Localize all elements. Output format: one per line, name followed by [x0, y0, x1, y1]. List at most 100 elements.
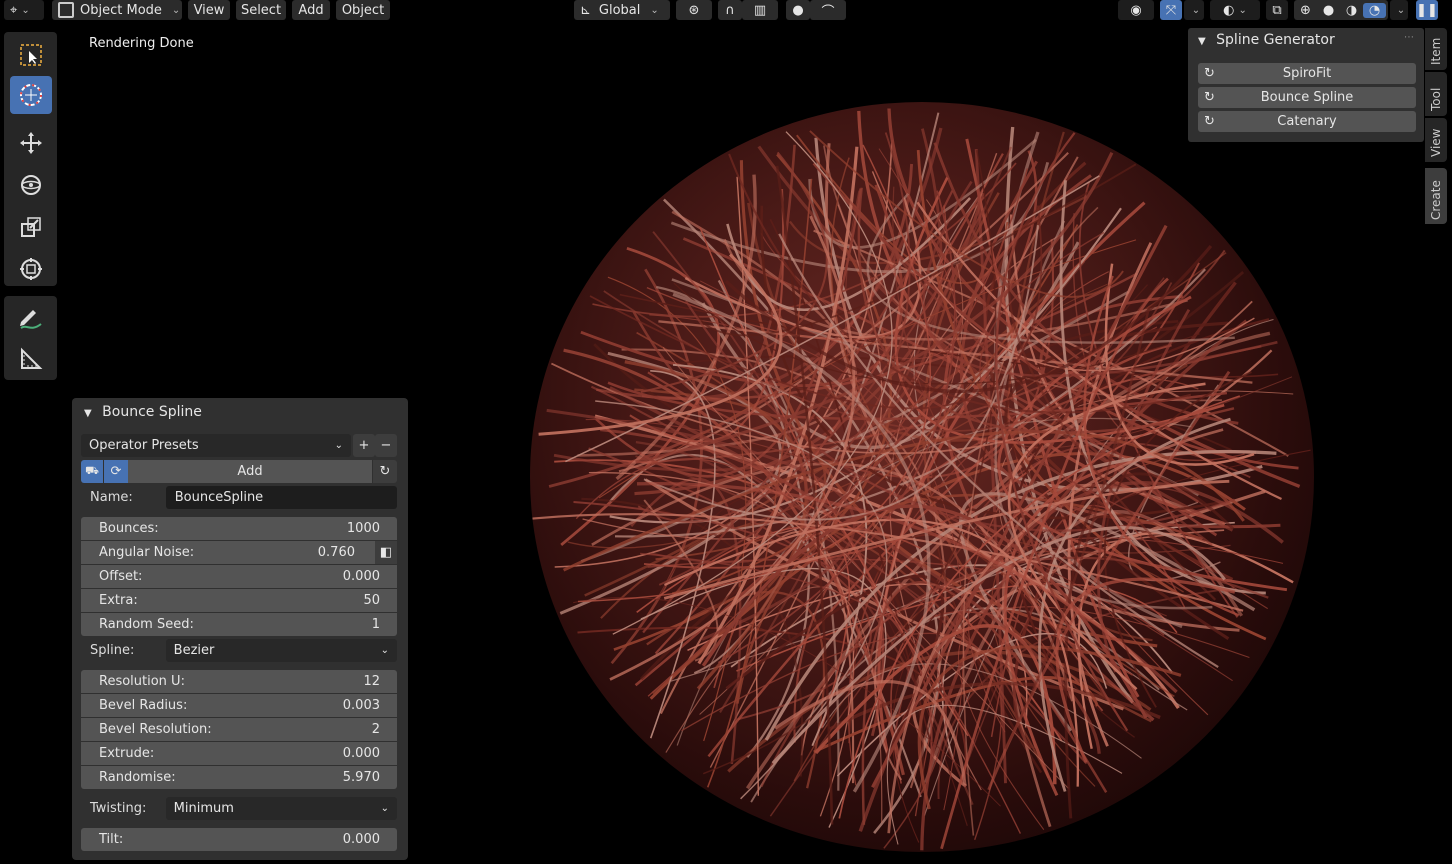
editor-type-button[interactable]: ⌖ ⌄	[4, 0, 44, 20]
tab-create[interactable]: Create	[1425, 168, 1447, 224]
scale-icon	[21, 217, 41, 237]
tab-item-label: Item	[1429, 37, 1443, 65]
operator-presets-dropdown[interactable]: Operator Presets ⌄	[81, 434, 351, 457]
spirofit-button[interactable]: ↻ SpiroFit	[1198, 63, 1416, 84]
twisting-dropdown[interactable]: Minimum ⌄	[165, 797, 397, 820]
chevron-down-icon: ⌄	[1238, 4, 1247, 16]
tab-create-label: Create	[1429, 180, 1443, 220]
spline-generator-panel: ▼ Spline Generator ⋯ ↻ SpiroFit ↻ Bounce…	[1188, 28, 1424, 142]
tilt-field[interactable]: Tilt: 0.000	[81, 828, 397, 851]
collapse-triangle-icon: ▼	[1198, 36, 1206, 47]
spline-type-value: Bezier	[173, 643, 215, 658]
wire-strands	[532, 108, 1311, 851]
bounce-field-4[interactable]: Random Seed: 1	[81, 613, 397, 636]
transform-orientation-dropdown[interactable]: ⊾ Global ⌄	[574, 0, 670, 20]
snap-toggle[interactable]: ∩	[718, 0, 742, 20]
collapse-triangle-icon: ▼	[84, 408, 92, 419]
pivot-point-button[interactable]: ⊛	[676, 0, 712, 20]
spline-type-dropdown[interactable]: Bezier ⌄	[165, 639, 397, 662]
xray-toggle[interactable]: ⧉	[1266, 0, 1288, 20]
mode-selector[interactable]: Object Mode ⌄	[52, 0, 182, 20]
menu-view[interactable]: View	[188, 0, 230, 20]
menu-select[interactable]: Select	[236, 0, 286, 20]
operator-redo-panel: ▼ Bounce Spline Operator Presets ⌄ + − ⛟…	[72, 398, 408, 860]
curve-field-4[interactable]: Randomise: 5.970	[81, 766, 397, 789]
field-label: Random Seed:	[99, 617, 194, 632]
menu-add[interactable]: Add	[292, 0, 330, 20]
curve-button[interactable]: ↻	[373, 460, 397, 483]
bounce-spline-button[interactable]: ↻ Bounce Spline	[1198, 87, 1416, 108]
gizmo-toggle[interactable]: ⤧	[1160, 0, 1182, 20]
catenary-button[interactable]: ↻ Catenary	[1198, 111, 1416, 132]
measure-tool[interactable]	[10, 340, 52, 378]
pause-render-button[interactable]: ❚❚	[1416, 0, 1438, 20]
falloff-curve-icon: ⌒	[821, 4, 835, 20]
shading-dropdown[interactable]: ⌄	[1390, 0, 1408, 20]
noise-texture-icon[interactable]: ◧	[375, 541, 397, 564]
select-box-tool[interactable]	[10, 36, 52, 74]
overlays-button[interactable]: ◐ ⌄	[1210, 0, 1260, 20]
solid-shading-icon[interactable]: ●	[1317, 3, 1340, 18]
menu-object[interactable]: Object	[336, 0, 390, 20]
rotate-tool[interactable]	[10, 166, 52, 204]
field-label: Resolution U:	[99, 674, 185, 689]
curve-icon: ↻	[1204, 90, 1215, 105]
proportional-edit-toggle[interactable]: ●	[786, 0, 810, 20]
toolbar-annotate	[4, 296, 57, 380]
tab-item[interactable]: Item	[1425, 28, 1447, 70]
bounce-field-3[interactable]: Extra: 50	[81, 589, 397, 612]
field-value: 0.000	[342, 569, 380, 584]
falloff-button[interactable]: ⌒	[810, 0, 846, 20]
rendered-shading-icon[interactable]: ◔	[1363, 2, 1386, 18]
chevron-down-icon: ⌄	[380, 645, 389, 656]
refresh-icon: ⟳	[110, 464, 122, 479]
name-field[interactable]: BounceSpline	[165, 486, 397, 509]
visibility-button[interactable]: ◉	[1118, 0, 1154, 20]
scale-tool[interactable]	[10, 208, 52, 246]
ruler-icon	[21, 347, 43, 369]
wireframe-shading-icon[interactable]: ⊕	[1294, 3, 1317, 18]
curve-field-0[interactable]: Resolution U: 12	[81, 670, 397, 693]
auto-refresh-toggle[interactable]: ⛟	[81, 460, 103, 483]
field-label: Randomise:	[99, 770, 176, 785]
remove-preset-button[interactable]: −	[375, 434, 397, 457]
snap-target-button[interactable]: ▥	[742, 0, 778, 20]
drag-handle-icon[interactable]: ⋯	[1404, 32, 1414, 43]
tab-tool-label: Tool	[1429, 87, 1443, 111]
field-value: 2	[371, 722, 380, 737]
xray-icon: ⧉	[1272, 2, 1282, 18]
curve-field-2[interactable]: Bevel Resolution: 2	[81, 718, 397, 741]
eye-icon: ◉	[1130, 2, 1142, 18]
curve-field-1[interactable]: Bevel Radius: 0.003	[81, 694, 397, 717]
annotate-tool[interactable]	[10, 300, 52, 338]
name-row: Name: BounceSpline	[81, 486, 397, 509]
minus-icon: −	[380, 438, 392, 453]
rendered-wire-ball	[530, 102, 1314, 852]
field-label: Bevel Resolution:	[99, 722, 212, 737]
field-label: Bevel Radius:	[99, 698, 188, 713]
material-shading-icon[interactable]: ◑	[1340, 3, 1363, 18]
bounce-field-1[interactable]: Angular Noise: 0.760 ◧	[81, 541, 397, 564]
npanel-header[interactable]: ▼ Spline Generator	[1198, 32, 1335, 48]
pencil-icon	[20, 310, 42, 329]
tab-tool[interactable]: Tool	[1425, 72, 1447, 116]
mode-label: Object Mode	[80, 2, 162, 18]
tab-view[interactable]: View	[1425, 118, 1447, 162]
transform-tool[interactable]	[10, 250, 52, 288]
add-preset-button[interactable]: +	[353, 434, 375, 457]
bounce-field-0[interactable]: Bounces: 1000	[81, 517, 397, 540]
gizmo-dropdown[interactable]: ⌄	[1184, 0, 1204, 20]
move-tool[interactable]	[10, 124, 52, 162]
bounce-field-2[interactable]: Offset: 0.000	[81, 565, 397, 588]
cursor-tool[interactable]	[10, 76, 52, 114]
add-row: ⛟ ⟳ Add ↻	[81, 460, 397, 483]
curve-icon: ↻	[1204, 114, 1215, 129]
wire-strand	[577, 626, 967, 781]
tilt-value: 0.000	[342, 832, 380, 847]
add-button[interactable]: Add	[128, 460, 372, 483]
panel-header[interactable]: ▼ Bounce Spline	[84, 404, 202, 420]
refresh-toggle[interactable]: ⟳	[104, 460, 128, 483]
field-label: Extra:	[99, 593, 138, 608]
curve-field-3[interactable]: Extrude: 0.000	[81, 742, 397, 765]
transform-icon	[20, 258, 42, 280]
